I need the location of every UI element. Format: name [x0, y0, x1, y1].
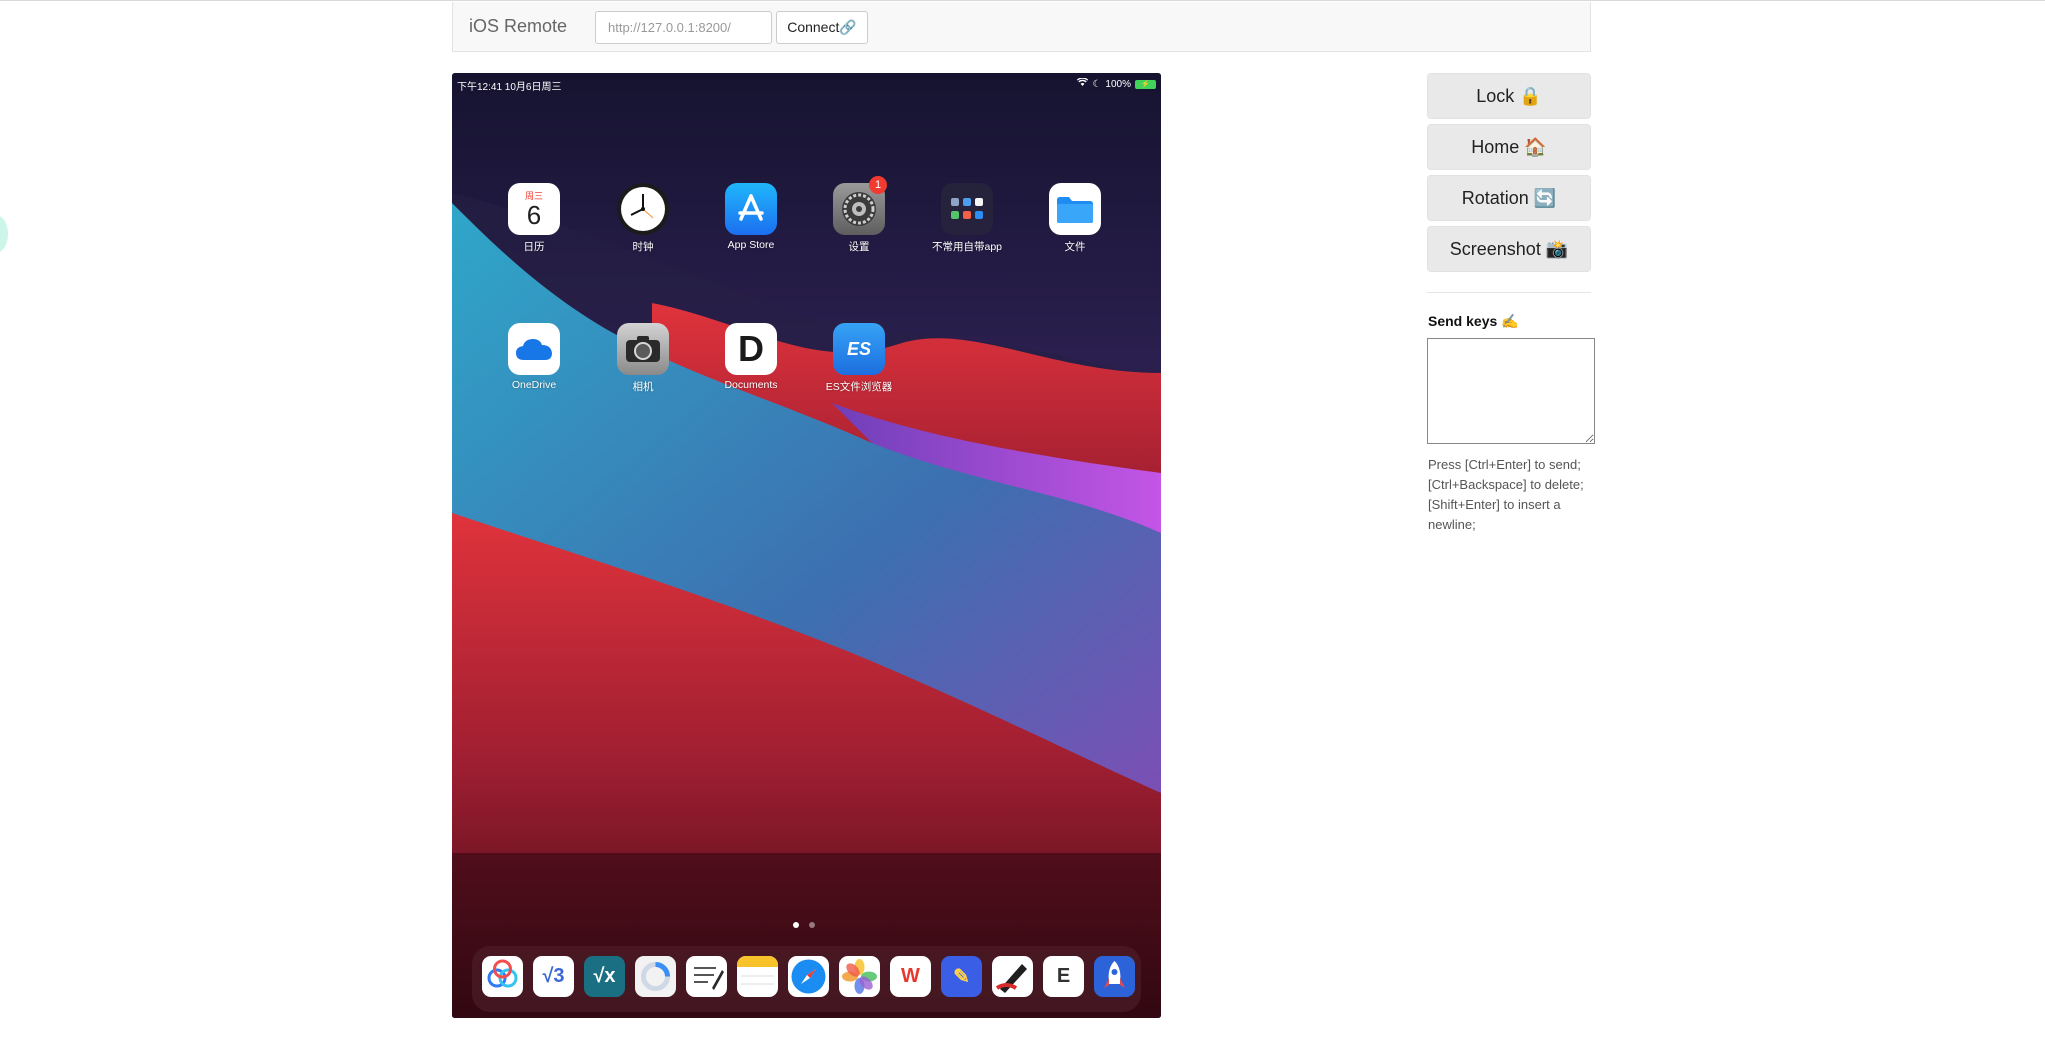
brand-title: iOS Remote: [469, 16, 568, 36]
safari-icon[interactable]: [788, 956, 829, 997]
math-app-icon[interactable]: √x: [584, 956, 625, 997]
app-label: OneDrive: [511, 379, 557, 391]
app-camera[interactable]: 相机: [589, 323, 697, 394]
baidu-netdisk-icon[interactable]: [482, 956, 523, 997]
connect-button[interactable]: Connect🔗: [776, 11, 868, 44]
server-url-input[interactable]: [595, 11, 772, 44]
rotation-button[interactable]: Rotation 🔄: [1427, 175, 1591, 221]
app-settings[interactable]: 1 设置: [805, 176, 913, 254]
screenshot-button[interactable]: Screenshot 📸: [1427, 226, 1591, 272]
calendar-day: 6: [526, 199, 542, 230]
app-store-icon: [725, 183, 777, 235]
page-dot-active[interactable]: [793, 922, 799, 928]
lock-button[interactable]: Lock 🔒: [1427, 73, 1591, 119]
app-files[interactable]: 文件: [1021, 183, 1129, 254]
v3-app-icon[interactable]: √3: [533, 956, 574, 997]
device-screen[interactable]: 下午12:41 10月6日周三 ☾ 100% ⚡ 周三 6 日历 时钟 App …: [452, 73, 1161, 1018]
app-label: App Store: [727, 239, 775, 251]
es-file-explorer-icon: ES: [833, 323, 885, 375]
status-bar: 下午12:41 10月6日周三 ☾ 100% ⚡: [457, 75, 1156, 93]
camera-icon: [617, 323, 669, 375]
app-es-file-explorer[interactable]: ES ES文件浏览器: [805, 323, 913, 394]
notes-icon[interactable]: [737, 956, 778, 997]
e-reader-icon[interactable]: E: [1043, 956, 1084, 997]
page-dot[interactable]: [809, 922, 815, 928]
app-label: Documents: [724, 379, 778, 391]
floating-handle[interactable]: [0, 215, 8, 253]
top-border: [0, 0, 2045, 1]
app-onedrive[interactable]: OneDrive: [480, 323, 588, 391]
wifi-icon: [1077, 77, 1089, 90]
send-keys-title: Send keys ✍️: [1428, 313, 1519, 329]
app-app-store[interactable]: App Store: [697, 183, 805, 251]
marker-app-icon[interactable]: [992, 956, 1033, 997]
app-label: 设置: [848, 241, 870, 253]
moon-icon: ☾: [1092, 78, 1102, 90]
calendar-icon: 周三 6: [508, 183, 560, 235]
wps-office-icon[interactable]: W: [890, 956, 931, 997]
send-keys-help: Press [Ctrl+Enter] to send; [Ctrl+Backsp…: [1428, 457, 1584, 532]
pencil-app-icon[interactable]: ✎: [941, 956, 982, 997]
app-calendar[interactable]: 周三 6 日历: [480, 183, 588, 254]
dock: √3 √x W ✎ E: [472, 946, 1141, 1012]
app-clock[interactable]: 时钟: [589, 183, 697, 254]
photos-icon[interactable]: [839, 956, 880, 997]
battery-percent: 100%: [1105, 78, 1131, 90]
clock-icon: [617, 183, 669, 235]
app-label: 日历: [523, 241, 545, 253]
onedrive-icon: [508, 323, 560, 375]
navbar: iOS Remote Connect🔗: [452, 2, 1591, 52]
app-folder[interactable]: 不常用自带app: [913, 183, 1021, 254]
status-time-date: 下午12:41 10月6日周三: [457, 82, 562, 93]
loading-app-icon[interactable]: [635, 956, 676, 997]
rocket-app-icon[interactable]: [1094, 956, 1135, 997]
notes-editor-icon[interactable]: [686, 956, 727, 997]
app-label: ES文件浏览器: [825, 381, 893, 393]
folder-icon: [941, 183, 993, 235]
home-button[interactable]: Home 🏠: [1427, 124, 1591, 170]
battery-charging-icon: ⚡: [1135, 79, 1156, 89]
page-indicator[interactable]: [793, 922, 815, 928]
documents-icon: D: [725, 323, 777, 375]
send-keys-input[interactable]: [1427, 338, 1595, 444]
app-label: 不常用自带app: [931, 241, 1003, 253]
notification-badge: 1: [869, 176, 887, 194]
status-indicators: ☾ 100% ⚡: [1077, 77, 1156, 90]
app-label: 时钟: [632, 241, 654, 253]
app-label: 文件: [1064, 241, 1086, 253]
app-label: 相机: [632, 381, 654, 393]
files-icon: [1049, 183, 1101, 235]
app-documents[interactable]: D Documents: [697, 323, 805, 391]
divider: [1427, 292, 1591, 293]
